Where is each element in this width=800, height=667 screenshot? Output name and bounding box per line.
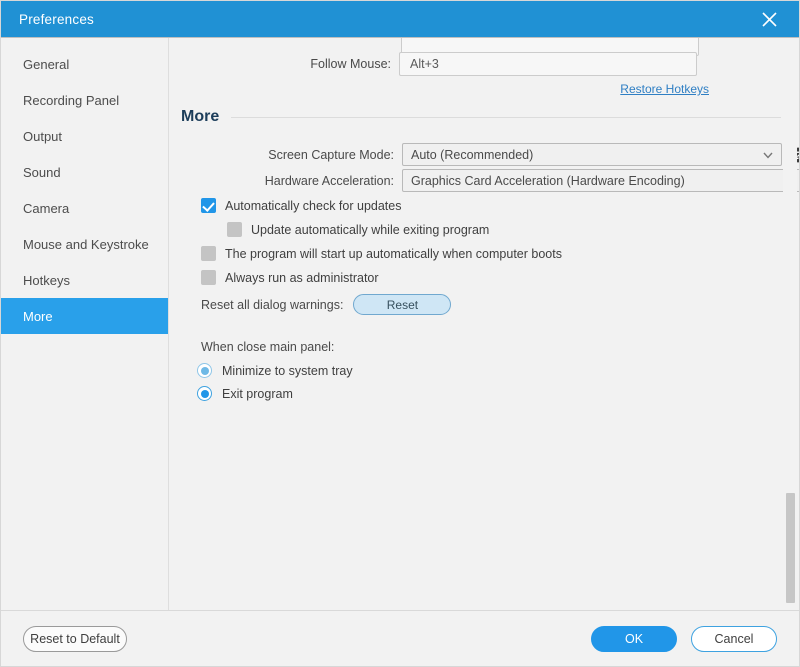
more-section-header: More — [181, 108, 781, 126]
sidebar-item-recording-panel[interactable]: Recording Panel — [1, 82, 168, 118]
checkbox-indicator — [227, 222, 242, 237]
ok-button[interactable]: OK — [591, 625, 677, 652]
close-button[interactable] — [751, 1, 787, 37]
content-scrollbar[interactable] — [783, 38, 797, 610]
checkbox-label: The program will start up automatically … — [225, 246, 562, 261]
scrollbar-thumb[interactable] — [786, 493, 795, 603]
checkbox-start-on-boot[interactable]: The program will start up automatically … — [201, 246, 562, 261]
sidebar-item-hotkeys[interactable]: Hotkeys — [1, 262, 168, 298]
sidebar-item-general[interactable]: General — [1, 46, 168, 82]
window-body: General Recording Panel Output Sound Cam… — [1, 37, 799, 610]
hardware-acceleration-select[interactable]: Graphics Card Acceleration (Hardware Enc… — [402, 169, 799, 192]
reset-to-default-button[interactable]: Reset to Default — [23, 625, 127, 652]
cancel-button[interactable]: Cancel — [691, 625, 777, 652]
radio-indicator — [197, 386, 212, 401]
checkbox-indicator — [201, 270, 216, 285]
sidebar-item-camera[interactable]: Camera — [1, 190, 168, 226]
checkbox-auto-check-updates[interactable]: Automatically check for updates — [201, 198, 401, 213]
sidebar-item-label: Recording Panel — [23, 92, 120, 108]
sidebar-item-label: General — [23, 56, 70, 72]
checkbox-update-while-exiting[interactable]: Update automatically while exiting progr… — [227, 222, 489, 237]
sidebar-item-label: Output — [23, 128, 63, 144]
preferences-window: Preferences General Recording Panel Outp… — [0, 0, 800, 667]
window-title: Preferences — [19, 11, 94, 27]
radio-label: Exit program — [222, 386, 293, 401]
sidebar: General Recording Panel Output Sound Cam… — [1, 38, 169, 610]
hardware-acceleration-value: Graphics Card Acceleration (Hardware Enc… — [411, 173, 685, 188]
checkbox-indicator — [201, 198, 216, 213]
title-bar: Preferences — [1, 1, 799, 37]
sidebar-item-label: More — [23, 308, 53, 324]
follow-mouse-input[interactable]: Alt+3 — [399, 52, 697, 76]
footer-bar: Reset to Default OK Cancel — [1, 610, 799, 666]
sidebar-item-mouse-and-keystroke[interactable]: Mouse and Keystroke — [1, 226, 168, 262]
sidebar-item-label: Hotkeys — [23, 272, 70, 288]
sidebar-item-output[interactable]: Output — [1, 118, 168, 154]
hardware-acceleration-row: Hardware Acceleration: Graphics Card Acc… — [217, 169, 799, 192]
reset-dialog-warnings-label: Reset all dialog warnings: — [201, 297, 344, 312]
screen-capture-mode-select[interactable]: Auto (Recommended) — [402, 143, 782, 166]
checkbox-label: Always run as administrator — [225, 270, 379, 285]
radio-minimize-to-tray[interactable]: Minimize to system tray — [197, 363, 353, 378]
checkbox-indicator — [201, 246, 216, 261]
screen-capture-mode-label: Screen Capture Mode: — [268, 147, 394, 162]
section-title: More — [181, 108, 220, 125]
sidebar-item-label: Mouse and Keystroke — [23, 236, 149, 252]
sidebar-item-more[interactable]: More — [1, 298, 168, 334]
chevron-down-icon — [763, 152, 773, 159]
close-panel-group-title: When close main panel: — [201, 340, 335, 354]
sidebar-item-label: Sound — [23, 164, 61, 180]
radio-indicator — [197, 363, 212, 378]
screen-capture-mode-row: Screen Capture Mode: Auto (Recommended) … — [217, 143, 799, 166]
radio-label: Minimize to system tray — [222, 363, 353, 378]
radio-exit-program[interactable]: Exit program — [197, 386, 293, 401]
checkbox-label: Update automatically while exiting progr… — [251, 222, 490, 237]
hardware-acceleration-label: Hardware Acceleration: — [264, 173, 394, 188]
screen-capture-mode-value: Auto (Recommended) — [411, 147, 534, 162]
sidebar-item-sound[interactable]: Sound — [1, 154, 168, 190]
restore-hotkeys-link[interactable]: Restore Hotkeys — [169, 82, 709, 96]
checkbox-label: Automatically check for updates — [225, 198, 402, 213]
follow-mouse-label: Follow Mouse: — [310, 57, 391, 71]
reset-warnings-button[interactable]: Reset — [353, 294, 452, 315]
section-divider — [231, 116, 781, 118]
reset-dialog-warnings-row: Reset all dialog warnings: Reset — [201, 294, 452, 315]
sidebar-item-label: Camera — [23, 200, 70, 216]
follow-mouse-value: Alt+3 — [410, 57, 439, 71]
close-icon — [761, 11, 777, 27]
settings-content: Follow Mouse: Alt+3 Restore Hotkeys More… — [169, 38, 799, 610]
follow-mouse-row: Follow Mouse: Alt+3 — [169, 52, 799, 76]
checkbox-run-as-administrator[interactable]: Always run as administrator — [201, 270, 379, 285]
